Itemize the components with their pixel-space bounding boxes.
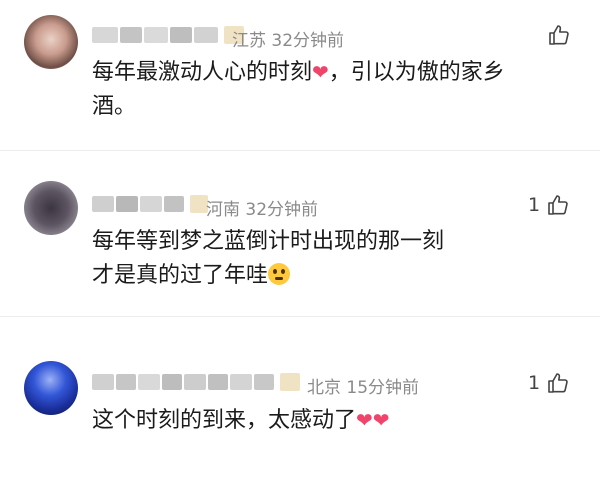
comment-item: 北京 15分钟前 1 这个时刻的到来，太感动了❤❤ <box>0 317 600 457</box>
like-icon[interactable] <box>547 23 571 47</box>
like-button[interactable]: 1 <box>528 193 570 217</box>
timestamp: 15分钟前 <box>346 378 420 398</box>
comment-meta: 河南 32分钟前 <box>206 195 318 220</box>
timestamp: 32分钟前 <box>271 31 345 51</box>
heart-icon: ❤❤ <box>356 408 390 432</box>
like-icon <box>548 373 568 393</box>
timestamp: 32分钟前 <box>245 200 319 220</box>
comment-meta: 江苏 32分钟前 <box>232 26 344 51</box>
like-icon <box>548 195 568 215</box>
username-blurred[interactable] <box>92 371 300 393</box>
comment-item: 江苏 32分钟前 每年最激动人心的时刻❤，引以为傲的家乡 酒。 <box>0 0 600 150</box>
username-blurred[interactable] <box>92 24 244 46</box>
comment-text: 每年等到梦之蓝倒计时出现的那一刻 才是真的过了年哇 <box>92 229 445 288</box>
comment-text: 每年最激动人心的时刻❤，引以为傲的家乡 酒。 <box>92 60 505 119</box>
location: 北京 <box>307 378 341 398</box>
heart-icon: ❤ <box>312 60 329 84</box>
username-blurred[interactable] <box>92 193 208 215</box>
flushed-face-emoji-icon <box>268 263 291 285</box>
like-button[interactable]: 1 <box>528 371 570 395</box>
like-count: 1 <box>528 372 541 394</box>
level-badge-icon <box>280 373 300 391</box>
location: 河南 <box>206 200 240 220</box>
comment-item: 河南 32分钟前 1 每年等到梦之蓝倒计时出现的那一刻 才是真的过了年哇 <box>0 151 600 316</box>
avatar[interactable] <box>24 361 78 415</box>
comment-meta: 北京 15分钟前 <box>307 373 419 398</box>
comment-text: 这个时刻的到来，太感动了❤❤ <box>92 408 390 433</box>
like-count: 1 <box>528 194 541 216</box>
avatar[interactable] <box>24 15 78 69</box>
avatar[interactable] <box>24 181 78 235</box>
location: 江苏 <box>232 31 266 51</box>
